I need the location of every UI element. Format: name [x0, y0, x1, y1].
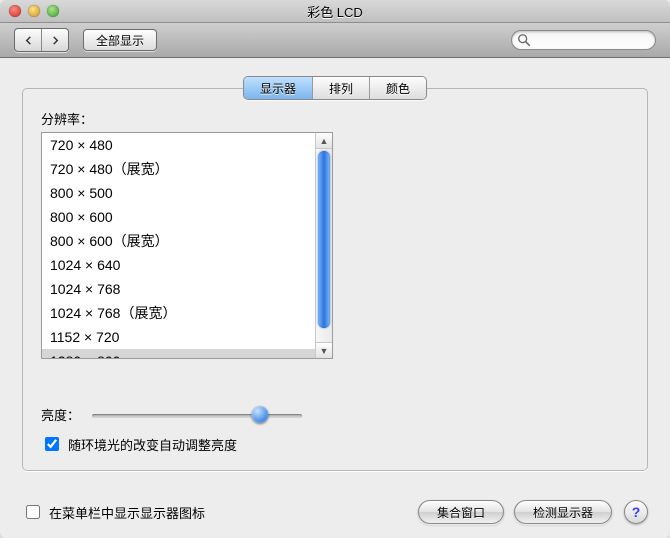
zoom-window-button[interactable]	[47, 5, 59, 17]
chevron-left-icon	[24, 36, 33, 45]
show-all-label: 全部显示	[96, 32, 144, 49]
bottom-bar: 在菜单栏中显示显示器图标 集合窗口 检测显示器 ?	[0, 490, 670, 538]
resolution-option[interactable]: 720 × 480（展宽）	[42, 157, 315, 181]
resolution-option[interactable]: 1024 × 768（展宽）	[42, 301, 315, 325]
tab-0[interactable]: 显示器	[244, 77, 312, 99]
search-input[interactable]	[511, 30, 656, 50]
detect-displays-button[interactable]: 检测显示器	[514, 500, 612, 524]
nav-back-forward	[14, 28, 69, 52]
window-controls	[9, 5, 59, 17]
scroll-up-arrow-icon[interactable]: ▲	[316, 133, 332, 149]
resolution-option[interactable]: 800 × 600	[42, 205, 315, 229]
resolution-label: 分辨率：	[41, 109, 629, 128]
resolution-option[interactable]: 800 × 500	[42, 181, 315, 205]
scroll-thumb[interactable]	[318, 151, 330, 328]
tabs: 显示器排列颜色	[243, 76, 427, 100]
window-title: 彩色 LCD	[0, 2, 670, 21]
help-button[interactable]: ?	[624, 500, 648, 524]
preferences-window: 彩色 LCD 全部显示 显示器排列颜色 分辨率：	[0, 0, 670, 538]
back-button[interactable]	[15, 29, 41, 51]
menubar-icon-label: 在菜单栏中显示显示器图标	[49, 503, 205, 522]
search-icon	[517, 33, 531, 47]
brightness-label: 亮度：	[41, 405, 80, 424]
auto-brightness-checkbox[interactable]	[45, 437, 59, 451]
resolution-option[interactable]: 1152 × 720	[42, 325, 315, 349]
brightness-slider[interactable]	[92, 407, 302, 423]
tab-1[interactable]: 排列	[312, 77, 369, 99]
slider-knob[interactable]	[252, 406, 269, 423]
titlebar: 彩色 LCD	[0, 0, 670, 23]
menubar-icon-row[interactable]: 在菜单栏中显示显示器图标	[22, 502, 205, 522]
resolution-option[interactable]: 1024 × 640	[42, 253, 315, 277]
auto-brightness-label: 随环境光的改变自动调整亮度	[68, 435, 237, 454]
forward-button[interactable]	[41, 29, 68, 51]
close-window-button[interactable]	[9, 5, 21, 17]
resolution-option[interactable]: 1024 × 768	[42, 277, 315, 301]
gather-windows-button[interactable]: 集合窗口	[418, 500, 504, 524]
slider-track	[92, 414, 302, 418]
chevron-right-icon	[51, 36, 60, 45]
auto-brightness-row[interactable]: 随环境光的改变自动调整亮度	[41, 434, 629, 454]
resolution-option[interactable]: 1280 × 800	[42, 349, 315, 358]
show-all-button[interactable]: 全部显示	[83, 29, 157, 51]
tab-2[interactable]: 颜色	[369, 77, 426, 99]
minimize-window-button[interactable]	[28, 5, 40, 17]
search-field-wrap	[511, 30, 656, 50]
resolution-listbox[interactable]: 720 × 480720 × 480（展宽）800 × 500800 × 600…	[41, 132, 333, 359]
scroll-track[interactable]	[316, 149, 332, 342]
scroll-down-arrow-icon[interactable]: ▼	[316, 342, 332, 358]
list-scrollbar[interactable]: ▲ ▼	[315, 133, 332, 358]
menubar-icon-checkbox[interactable]	[26, 505, 40, 519]
resolution-option[interactable]: 800 × 600（展宽）	[42, 229, 315, 253]
toolbar: 全部显示	[0, 23, 670, 58]
resolution-option[interactable]: 720 × 480	[42, 133, 315, 157]
display-panel: 分辨率： 720 × 480720 × 480（展宽）800 × 500800 …	[22, 88, 648, 471]
content-area: 显示器排列颜色 分辨率： 720 × 480720 × 480（展宽）800 ×…	[0, 58, 670, 490]
